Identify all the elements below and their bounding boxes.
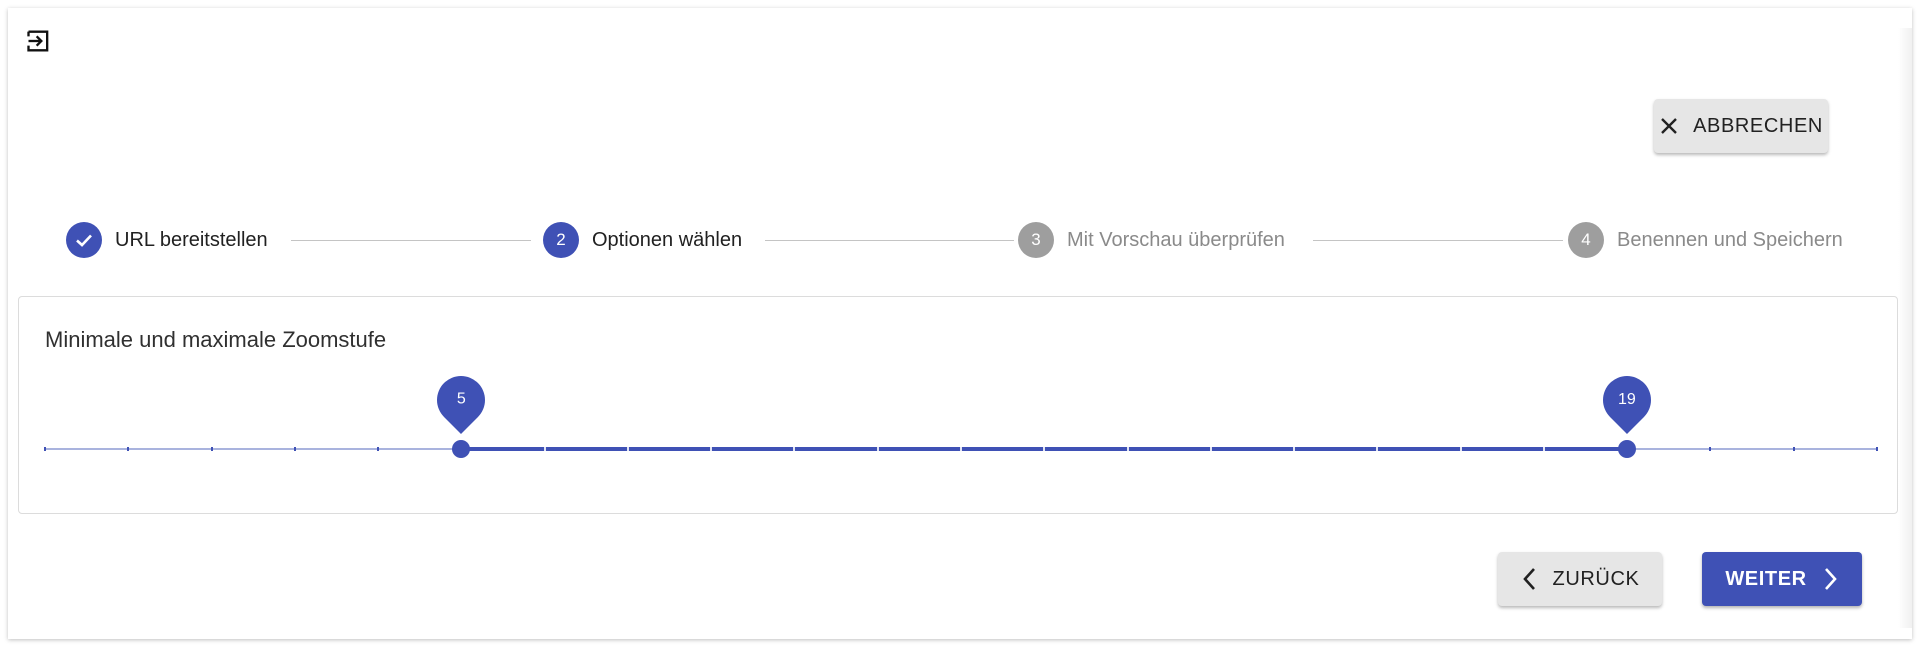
cancel-button-label: ABBRECHEN bbox=[1693, 114, 1823, 137]
step-url-bereitstellen[interactable]: URL bereitstellen bbox=[66, 218, 268, 262]
min-zoom-value-label: 5 bbox=[427, 366, 496, 434]
slider-tick bbox=[960, 447, 962, 451]
step-optionen-waehlen[interactable]: 2 Optionen wählen bbox=[543, 218, 742, 262]
stepper: URL bereitstellen 2 Optionen wählen 3 Mi… bbox=[8, 218, 1912, 262]
slider-tick bbox=[1293, 447, 1296, 451]
max-zoom-thumb[interactable] bbox=[1618, 440, 1637, 458]
slider-tick bbox=[1459, 447, 1462, 451]
step-connector bbox=[1313, 240, 1563, 241]
slider-tick bbox=[876, 447, 879, 451]
step-completed-badge bbox=[66, 222, 102, 258]
exit-button[interactable] bbox=[22, 24, 56, 58]
chevron-left-icon bbox=[1522, 568, 1535, 590]
slider-tick bbox=[210, 447, 213, 451]
back-button-label: ZURÜCK bbox=[1552, 567, 1640, 590]
scroll-shadow bbox=[1898, 28, 1912, 628]
step-label: URL bereitstellen bbox=[115, 228, 268, 251]
step-connector bbox=[291, 240, 531, 241]
slider-tick bbox=[1709, 447, 1712, 451]
slider-tick bbox=[1209, 447, 1212, 451]
slider-tick bbox=[1792, 447, 1795, 451]
slider-tick bbox=[1876, 447, 1878, 451]
step-label: Optionen wählen bbox=[592, 228, 743, 251]
max-zoom-value: 19 bbox=[1618, 391, 1637, 409]
min-zoom-thumb[interactable] bbox=[452, 440, 471, 458]
step-number-badge: 4 bbox=[1568, 222, 1604, 258]
slider-tick bbox=[293, 447, 296, 451]
exit-to-app-icon bbox=[27, 30, 49, 52]
slider-tick bbox=[1542, 447, 1545, 451]
slider-tick bbox=[377, 447, 380, 451]
slider-tick bbox=[710, 447, 713, 451]
dialog: ABBRECHEN URL bereitstellen 2 Optionen w… bbox=[8, 8, 1912, 639]
slider-tick bbox=[626, 447, 629, 451]
slider-tick bbox=[793, 447, 796, 451]
next-button[interactable]: WEITER bbox=[1702, 552, 1862, 606]
slider-tick bbox=[1043, 447, 1046, 451]
slider-tick bbox=[543, 447, 546, 451]
min-zoom-value: 5 bbox=[456, 391, 466, 408]
close-icon bbox=[1661, 118, 1677, 134]
chevron-right-icon bbox=[1824, 568, 1837, 590]
zoom-range-title: Minimale und maximale Zoomstufe bbox=[45, 327, 387, 352]
check-icon bbox=[76, 234, 92, 247]
step-benennen-und-speichern[interactable]: 4 Benennen und Speichern bbox=[1568, 218, 1843, 262]
cancel-button[interactable]: ABBRECHEN bbox=[1654, 99, 1828, 153]
slider-tick bbox=[1376, 447, 1379, 451]
step-connector bbox=[765, 240, 1014, 241]
zoom-settings-card: Minimale und maximale Zoomstufe 5 19 bbox=[18, 296, 1898, 514]
step-label: Benennen und Speichern bbox=[1617, 228, 1843, 251]
slider-tick bbox=[1126, 447, 1129, 451]
zoom-range-slider[interactable]: 5 19 bbox=[44, 366, 1878, 477]
step-number-badge: 3 bbox=[1018, 222, 1054, 258]
step-mit-vorschau-ueberpruefen[interactable]: 3 Mit Vorschau überprüfen bbox=[1018, 218, 1285, 262]
step-label: Mit Vorschau überprüfen bbox=[1067, 228, 1285, 251]
max-zoom-value-label: 19 bbox=[1593, 366, 1662, 434]
slider-tick bbox=[44, 447, 46, 451]
slider-tick bbox=[127, 447, 130, 451]
step-number-badge: 2 bbox=[543, 222, 579, 258]
next-button-label: WEITER bbox=[1725, 567, 1807, 590]
back-button[interactable]: ZURÜCK bbox=[1498, 552, 1662, 606]
